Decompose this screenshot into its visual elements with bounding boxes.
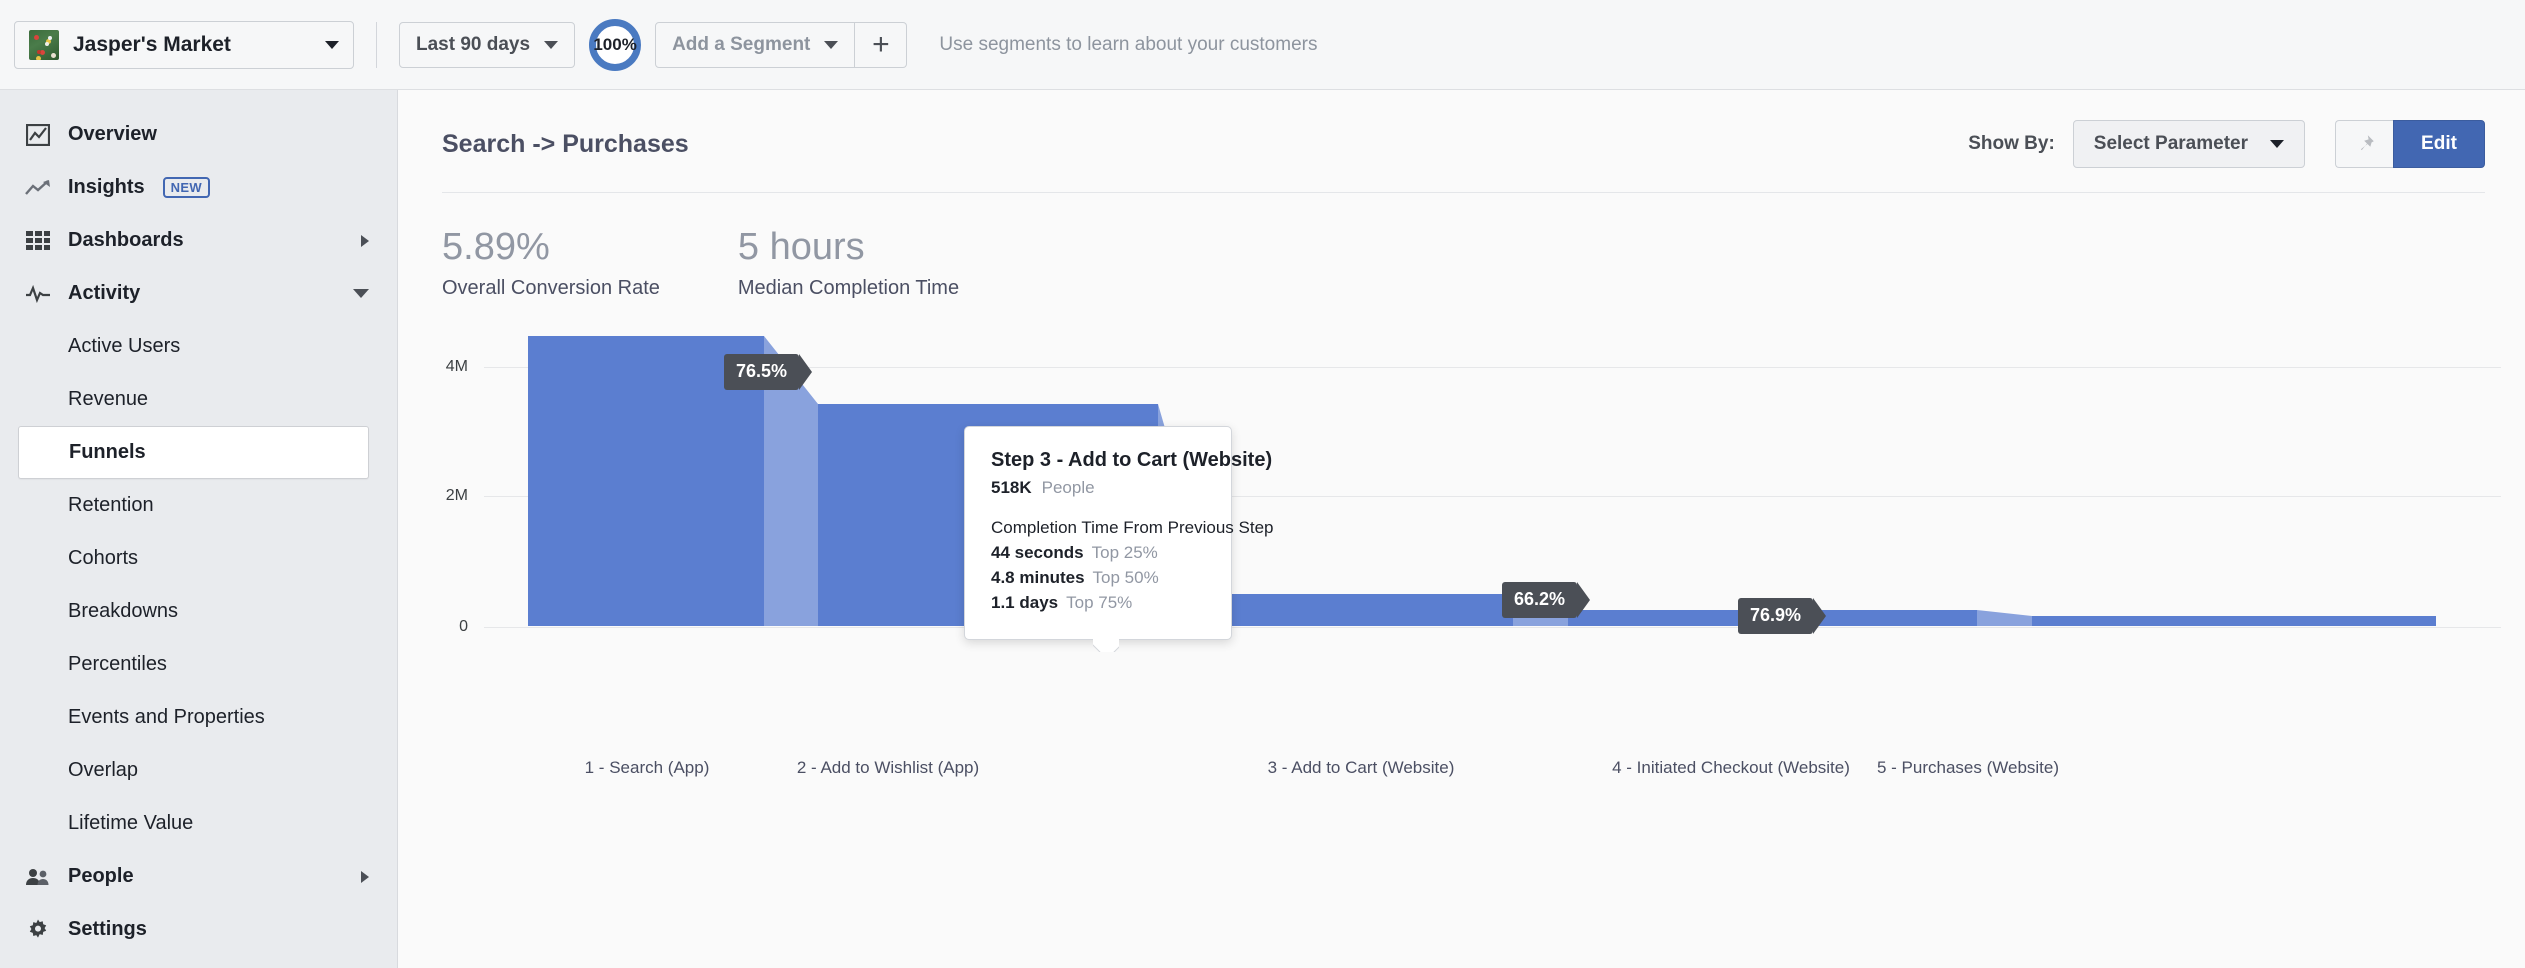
chevron-down-icon [544,41,558,49]
tooltip-section-label: Completion Time From Previous Step [991,518,1205,538]
tooltip-row-value: 44 seconds [991,543,1084,562]
sidebar-item-label: Insights [68,176,145,199]
funnel-shape [398,326,2525,636]
add-segment-button[interactable]: Add a Segment [655,22,855,68]
sidebar-item-events-and-properties[interactable]: Events and Properties [0,691,397,744]
sidebar-item-lifetime-value[interactable]: Lifetime Value [0,797,397,850]
tooltip-title: Step 3 - Add to Cart (Website) [991,449,1205,472]
sidebar: Overview Insights NEW Dashboards [0,90,398,968]
plus-icon: + [872,30,890,60]
sidebar-item-dashboards[interactable]: Dashboards [0,214,397,267]
x-axis-label: 4 - Initiated Checkout (Website) [1612,758,1850,778]
main-content: Search -> Purchases Show By: Select Para… [398,90,2525,968]
chart-overview-icon [24,124,52,146]
account-name: Jasper's Market [73,33,231,57]
sidebar-item-overlap[interactable]: Overlap [0,744,397,797]
header-controls: Show By: Select Parameter Edit [1968,120,2485,168]
date-range-label: Last 90 days [416,34,530,56]
sidebar-item-retention[interactable]: Retention [0,479,397,532]
edit-button[interactable]: Edit [2393,120,2485,168]
tooltip-row-label: Top 25% [1092,543,1158,562]
tooltip-row-label: Top 75% [1066,593,1132,612]
x-axis-label: 2 - Add to Wishlist (App) [797,758,979,778]
chevron-right-icon [361,871,369,883]
step-conversion-badge: 66.2% [1502,582,1577,618]
sidebar-item-cohorts[interactable]: Cohorts [0,532,397,585]
segment-controls: Add a Segment + [655,22,907,68]
pin-button[interactable] [2335,120,2393,168]
step-tooltip: Step 3 - Add to Cart (Website) 518K Peopl… [964,426,1232,640]
select-parameter-dropdown[interactable]: Select Parameter [2073,120,2305,168]
action-buttons: Edit [2335,120,2485,168]
sidebar-item-insights[interactable]: Insights NEW [0,161,397,214]
x-axis-label: 1 - Search (App) [585,758,710,778]
x-axis-label: 3 - Add to Cart (Website) [1268,758,1455,778]
account-selector[interactable]: Jasper's Market [14,21,354,69]
sidebar-item-label: Settings [68,918,147,941]
sidebar-item-breakdowns[interactable]: Breakdowns [0,585,397,638]
sidebar-item-label: People [68,865,134,888]
add-segment-label: Add a Segment [672,34,810,56]
metric-median-completion-time: 5 hours Median Completion Time [738,227,959,300]
sampling-rate-indicator[interactable]: 100% [589,19,641,71]
page-title: Search -> Purchases [442,130,689,159]
step-conversion-badge: 76.5% [724,354,799,390]
tooltip-row: 44 seconds Top 25% [991,543,1205,563]
x-axis-label: 5 - Purchases (Website) [1877,758,2059,778]
tooltip-row: 4.8 minutes Top 50% [991,568,1205,588]
sidebar-item-settings[interactable]: Settings [0,903,397,956]
grid-icon [24,230,52,252]
tooltip-row-label: Top 50% [1093,568,1159,587]
tooltip-row: 1.1 days Top 75% [991,593,1205,613]
chevron-down-icon [824,41,838,49]
sidebar-item-people[interactable]: People [0,850,397,903]
show-by-label: Show By: [1968,133,2055,155]
metric-label: Median Completion Time [738,277,959,300]
tooltip-row-value: 1.1 days [991,593,1058,612]
funnel-header: Search -> Purchases Show By: Select Para… [398,90,2525,168]
people-icon [24,866,52,888]
chevron-down-icon [353,289,369,298]
sidebar-item-percentiles[interactable]: Percentiles [0,638,397,691]
sidebar-item-overview[interactable]: Overview [0,108,397,161]
pin-icon [2354,133,2376,155]
pulse-icon [24,283,52,305]
summary-metrics: 5.89% Overall Conversion Rate 5 hours Me… [398,193,2525,300]
account-avatar [29,30,59,60]
metric-value: 5.89% [442,227,660,269]
trend-up-icon [24,177,52,199]
gear-icon [24,919,52,941]
chevron-down-icon [2270,140,2284,148]
step-conversion-badge: 76.9% [1738,598,1813,634]
top-bar: Jasper's Market Last 90 days 100% Add a … [0,0,2525,90]
tooltip-row-value: 4.8 minutes [991,568,1085,587]
date-range-selector[interactable]: Last 90 days [399,22,575,68]
tooltip-people-label: People [1042,478,1095,497]
select-parameter-value: Select Parameter [2094,133,2248,155]
sidebar-item-active-users[interactable]: Active Users [0,320,397,373]
metric-value: 5 hours [738,227,959,269]
tooltip-pointer [1093,639,1119,652]
tooltip-people: 518K People [991,478,1205,498]
segment-hint: Use segments to learn about your custome… [939,34,1317,56]
page-body: Overview Insights NEW Dashboards [0,90,2525,968]
sidebar-item-revenue[interactable]: Revenue [0,373,397,426]
chevron-right-icon [361,235,369,247]
sidebar-item-label: Activity [68,282,140,305]
new-badge: NEW [163,177,210,198]
funnel-chart: 4M 2M 0 [398,326,2525,746]
add-segment-plus-button[interactable]: + [855,22,907,68]
chevron-down-icon [325,41,339,49]
metric-overall-conversion-rate: 5.89% Overall Conversion Rate [442,227,660,300]
sidebar-item-label: Overview [68,123,157,146]
sampling-rate-label: 100% [593,35,636,55]
sidebar-item-label: Dashboards [68,229,184,252]
sidebar-item-funnels[interactable]: Funnels [18,426,369,479]
divider [376,22,377,68]
metric-label: Overall Conversion Rate [442,277,660,300]
sidebar-item-activity[interactable]: Activity [0,267,397,320]
tooltip-people-value: 518K [991,478,1032,497]
